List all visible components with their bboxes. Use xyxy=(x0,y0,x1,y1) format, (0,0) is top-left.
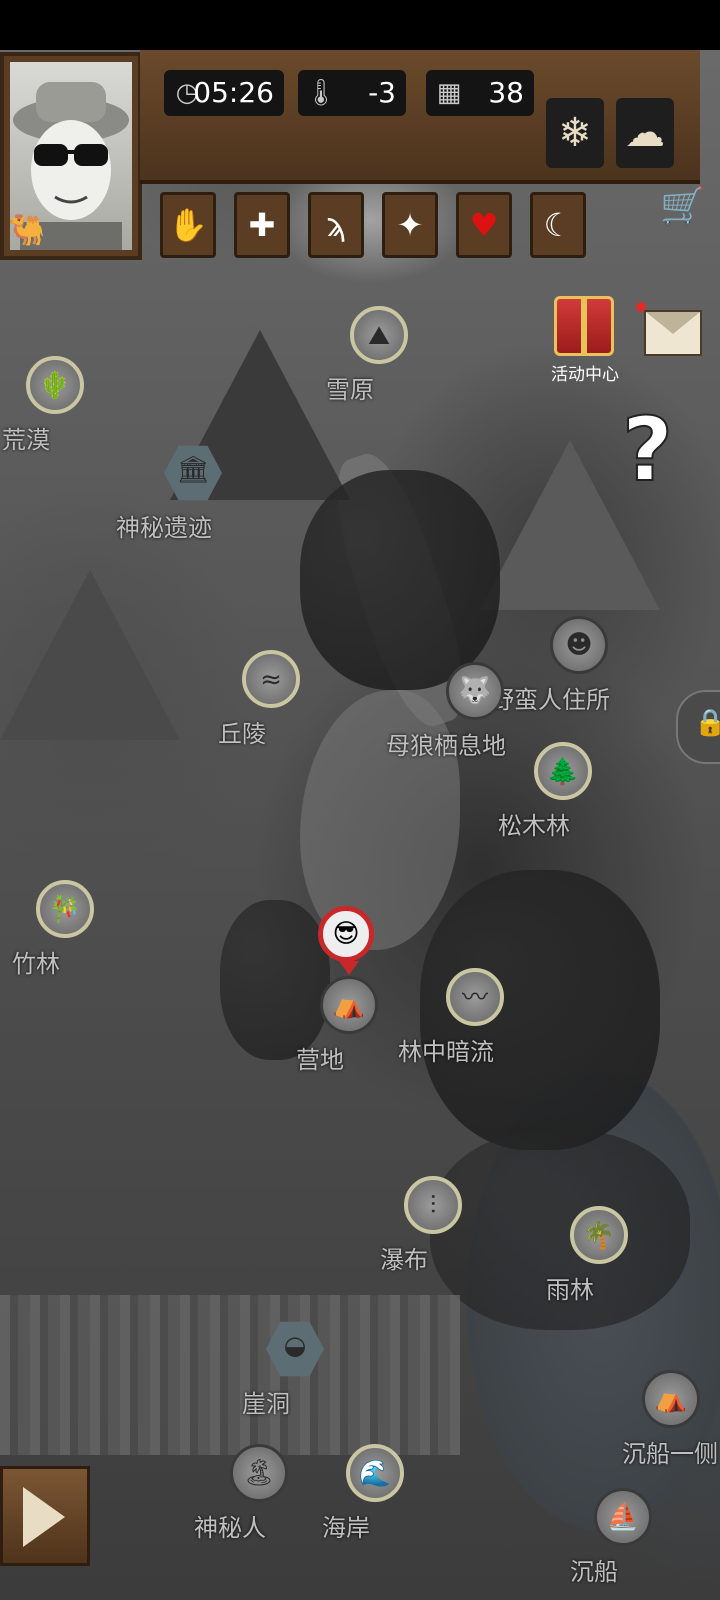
calendar-icon: ▦ xyxy=(436,78,462,108)
location-label: 荒漠 xyxy=(2,426,50,454)
weather-cloud-button[interactable]: ☁ xyxy=(616,98,674,168)
location-label: 瀑布 xyxy=(380,1246,428,1274)
native-chief-icon: ☻ xyxy=(550,616,608,674)
cactus-icon: 🌵 xyxy=(26,356,84,414)
location-label: 神秘遗迹 xyxy=(116,514,212,542)
southern-cliffs xyxy=(0,1295,460,1455)
player-location-pin[interactable]: 😎 xyxy=(318,906,374,975)
world-map[interactable] xyxy=(0,50,720,1600)
heart-button[interactable]: ♥ xyxy=(456,192,512,258)
mail-icon[interactable] xyxy=(644,310,702,356)
location-label: 沉船一侧 xyxy=(622,1440,718,1468)
heart-icon: ♥ xyxy=(469,206,499,244)
notification-dot xyxy=(636,302,646,312)
cloud-icon: ☁ xyxy=(625,110,665,156)
lock-icon[interactable]: 🔒 xyxy=(694,708,720,738)
shipwreck-icon: ⛵ xyxy=(594,1488,652,1546)
location-label: 神秘人 xyxy=(194,1514,266,1542)
west-mountains xyxy=(0,570,180,740)
location-label: 营地 xyxy=(296,1046,344,1074)
next-arrow-button[interactable] xyxy=(0,1466,90,1566)
location-label: 野蛮人住所 xyxy=(490,686,610,714)
player-portrait[interactable]: 🐫 xyxy=(0,52,142,260)
rainforest-icon: 🌴 xyxy=(570,1206,628,1264)
gift-icon[interactable] xyxy=(554,296,614,356)
stomach-button[interactable]: ϡ xyxy=(308,192,364,258)
camel-icon: 🐫 xyxy=(8,213,46,248)
camp-icon: ⛺ xyxy=(320,976,378,1034)
wolf-icon: 🐺 xyxy=(446,662,504,720)
pine-forest-icon: 🌲 xyxy=(534,742,592,800)
weather-snow-button[interactable]: ❄ xyxy=(546,98,604,168)
location-label: 松木林 xyxy=(498,812,570,840)
location-label: 雪原 xyxy=(326,376,374,404)
mind-icon: ✦ xyxy=(396,206,424,244)
day-value: 38 xyxy=(488,76,524,109)
health-cross-icon: ✚ xyxy=(248,206,276,244)
location-label: 母狼栖息地 xyxy=(386,732,506,760)
health-button[interactable]: ✚ xyxy=(234,192,290,258)
hand-icon: ✋ xyxy=(168,206,208,244)
hills-icon: ≈ xyxy=(242,650,300,708)
thermometer-icon: 🌡 xyxy=(304,78,338,108)
bamboo-icon: 🎋 xyxy=(36,880,94,938)
snow-mountain-icon: ⛰ xyxy=(350,306,408,364)
day-display: ▦ 38 xyxy=(426,70,534,116)
tent-icon: ⛺ xyxy=(642,1370,700,1428)
time-display: ◷ 05:26 xyxy=(164,70,284,116)
waterfall-icon: ⫶ xyxy=(404,1176,462,1234)
time-value: 05:26 xyxy=(193,76,274,109)
temperature-value: -3 xyxy=(368,76,396,109)
dark-forest-north xyxy=(300,470,500,690)
help-icon[interactable]: ? xyxy=(621,399,674,501)
snowflake-icon: ❄ xyxy=(558,110,592,156)
location-label: 海岸 xyxy=(322,1514,370,1542)
location-label: 雨林 xyxy=(546,1276,594,1304)
camp-forest xyxy=(220,900,330,1060)
location-label: 崖洞 xyxy=(242,1390,290,1418)
temperature-display: 🌡 -3 xyxy=(298,70,406,116)
location-label: 沉船 xyxy=(570,1558,618,1586)
location-label: 竹林 xyxy=(12,950,60,978)
location-label: 林中暗流 xyxy=(398,1038,494,1066)
stream-icon: 〰 xyxy=(446,968,504,1026)
moon-icon: ☾ xyxy=(543,206,573,244)
status-bar xyxy=(0,0,720,50)
stomach-icon: ϡ xyxy=(325,206,347,244)
moon-button[interactable]: ☾ xyxy=(530,192,586,258)
activity-center-label[interactable]: 活动中心 xyxy=(540,360,630,385)
mind-button[interactable]: ✦ xyxy=(382,192,438,258)
hand-button[interactable]: ✋ xyxy=(160,192,216,258)
location-label: 丘陵 xyxy=(218,720,266,748)
mystery-island-icon: 🏝 xyxy=(230,1444,288,1502)
shop-cart-icon[interactable]: 🛒 xyxy=(660,185,705,227)
coast-icon: 🌊 xyxy=(346,1444,404,1502)
